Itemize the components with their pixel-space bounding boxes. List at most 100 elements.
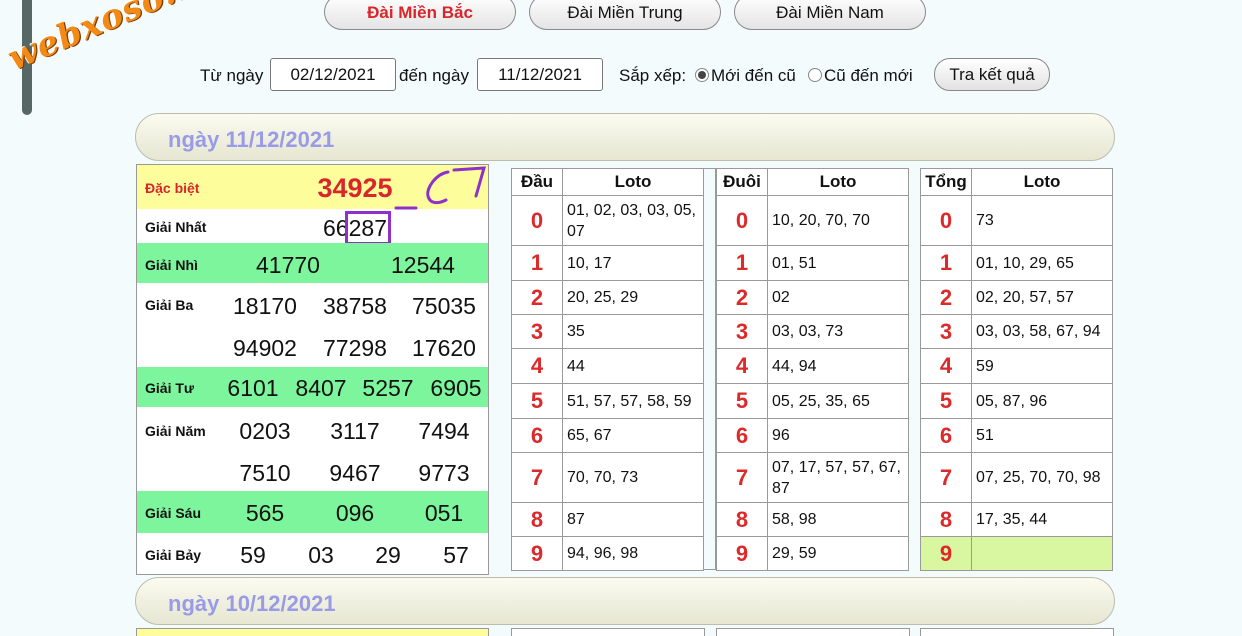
prize-number: 94902 (233, 335, 297, 361)
table-row: 5 05, 25, 35, 65 (716, 383, 909, 419)
table-row: 0 01, 02, 03, 03, 05, 07 (511, 195, 704, 246)
row-loto-values: 07, 25, 70, 70, 98 (971, 452, 1113, 503)
table-row: 8 58, 98 (716, 502, 909, 537)
prize-number: 3117 (330, 418, 380, 444)
row-loto-values: 07, 17, 57, 57, 67, 87 (767, 452, 909, 503)
row-loto-values: 44, 94 (767, 348, 909, 384)
next-tong-table (920, 628, 1114, 636)
table-row: 7 07, 25, 70, 70, 98 (920, 452, 1113, 503)
row-loto-values: 10, 20, 70, 70 (767, 195, 909, 246)
table-row: 6 65, 67 (511, 418, 704, 453)
prize-number: 6101 (227, 375, 279, 401)
row-loto-values: 01, 10, 29, 65 (971, 245, 1113, 281)
prize-number: 75035 (412, 293, 476, 319)
table-header: Loto (971, 168, 1113, 196)
row-loto-values: 29, 59 (767, 536, 909, 571)
table-row: 8 17, 35, 44 (920, 502, 1113, 537)
from-date-input[interactable]: 02/12/2021 (270, 58, 396, 91)
next-duoi-table (716, 628, 910, 636)
third-prize-label: Giải Ba (145, 297, 194, 313)
row-digit: 3 (511, 314, 563, 349)
duoi-loto-table: Đuôi Loto 0 10, 20, 70, 70 1 01, 51 2 02 3 03, … (716, 168, 909, 571)
sort-new-radio[interactable] (695, 68, 709, 82)
prize-number: 6905 (430, 375, 482, 401)
table-row: 5 05, 87, 96 (920, 383, 1113, 419)
table-row: 9 29, 59 (716, 536, 909, 571)
prize-number: 29 (375, 542, 401, 568)
table-row: 3 35 (511, 314, 704, 349)
to-date-label: đến ngày (399, 66, 469, 85)
row-digit: 0 (716, 195, 768, 246)
prize-number: 8407 (295, 375, 347, 401)
row-digit: 2 (511, 280, 563, 315)
table-row: 2 02 (716, 280, 909, 315)
table-row: 9 (920, 536, 1113, 571)
next-dau-table (511, 628, 705, 636)
sort-old-label[interactable]: Cũ đến mới (824, 66, 913, 86)
row-digit: 5 (511, 383, 563, 419)
row-loto-values: 73 (971, 195, 1113, 246)
to-date-input[interactable]: 11/12/2021 (477, 58, 603, 91)
row-loto-values: 02 (767, 280, 909, 315)
table-row: 0 73 (920, 195, 1113, 246)
table-header: Loto (562, 168, 704, 196)
row-loto-values: 59 (971, 348, 1113, 384)
table-header: Tổng (920, 168, 972, 196)
sixth-prize-row: Giải Sáu 565 096 051 (137, 491, 488, 533)
row-digit: 7 (716, 452, 768, 503)
table-divider (704, 168, 716, 570)
table-row: 8 87 (511, 502, 704, 537)
row-loto-values: 02, 20, 57, 57 (971, 280, 1113, 315)
table-row: 7 70, 70, 73 (511, 452, 704, 503)
row-loto-values: 51 (971, 418, 1113, 453)
row-loto-values: 51, 57, 57, 58, 59 (562, 383, 704, 419)
row-loto-values: 03, 03, 73 (767, 314, 909, 349)
fourth-prize-label: Giải Tư (145, 380, 195, 396)
table-row: 2 02, 20, 57, 57 (920, 280, 1113, 315)
row-digit: 0 (920, 195, 972, 246)
region-mien-nam-button[interactable]: Đài Miền Nam (734, 0, 926, 30)
second-prize-row: Giải Nhì 41770 12544 (137, 243, 488, 283)
prize-number: 12544 (391, 252, 455, 278)
sixth-prize-label: Giải Sáu (145, 505, 202, 521)
row-digit: 6 (716, 418, 768, 453)
prize-number: 38758 (323, 293, 387, 319)
table-row: 2 20, 25, 29 (511, 280, 704, 315)
table-row: 3 03, 03, 58, 67, 94 (920, 314, 1113, 349)
region-mien-trung-button[interactable]: Đài Miền Trung (529, 0, 721, 30)
next-prize-panel (136, 628, 489, 636)
row-loto-values: 10, 17 (562, 245, 704, 281)
table-row: 1 01, 51 (716, 245, 909, 281)
row-digit: 0 (511, 195, 563, 246)
row-digit: 7 (920, 452, 972, 503)
day-header[interactable]: ngày 10/12/2021 (135, 577, 1115, 625)
day-title: ngày 10/12/2021 (168, 591, 336, 616)
row-digit: 3 (716, 314, 768, 349)
prize-number: 57 (443, 542, 469, 568)
table-header: Đuôi (716, 168, 768, 196)
sort-new-label[interactable]: Mới đến cũ (711, 66, 796, 86)
sort-old-radio[interactable] (808, 68, 822, 82)
row-loto-values: 65, 67 (562, 418, 704, 453)
search-results-button[interactable]: Tra kết quả (934, 58, 1050, 91)
table-header: Đầu (511, 168, 563, 196)
row-loto-values (971, 536, 1113, 571)
row-digit: 2 (716, 280, 768, 315)
prize-number: 096 (335, 500, 375, 526)
prize-number: 7494 (418, 418, 470, 444)
day-header[interactable]: ngày 11/12/2021 (135, 113, 1115, 161)
row-digit: 9 (920, 536, 972, 571)
region-mien-bac-button[interactable]: Đài Miền Bắc (324, 0, 516, 30)
dau-loto-table: Đầu Loto 0 01, 02, 03, 03, 05, 07 1 10, 17 2… (511, 168, 704, 571)
row-digit: 7 (511, 452, 563, 503)
row-loto-values: 05, 87, 96 (971, 383, 1113, 419)
fifth-prize-row: Giải Năm 0203 3117 7494 7510 9467 9773 (137, 409, 488, 491)
row-loto-values: 44 (562, 348, 704, 384)
table-row: 7 07, 17, 57, 57, 67, 87 (716, 452, 909, 503)
row-digit: 4 (511, 348, 563, 384)
special-prize-label: Đặc biệt (145, 180, 200, 196)
table-row: 1 01, 10, 29, 65 (920, 245, 1113, 281)
table-row: 5 51, 57, 57, 58, 59 (511, 383, 704, 419)
row-digit: 3 (920, 314, 972, 349)
row-loto-values: 70, 70, 73 (562, 452, 704, 503)
